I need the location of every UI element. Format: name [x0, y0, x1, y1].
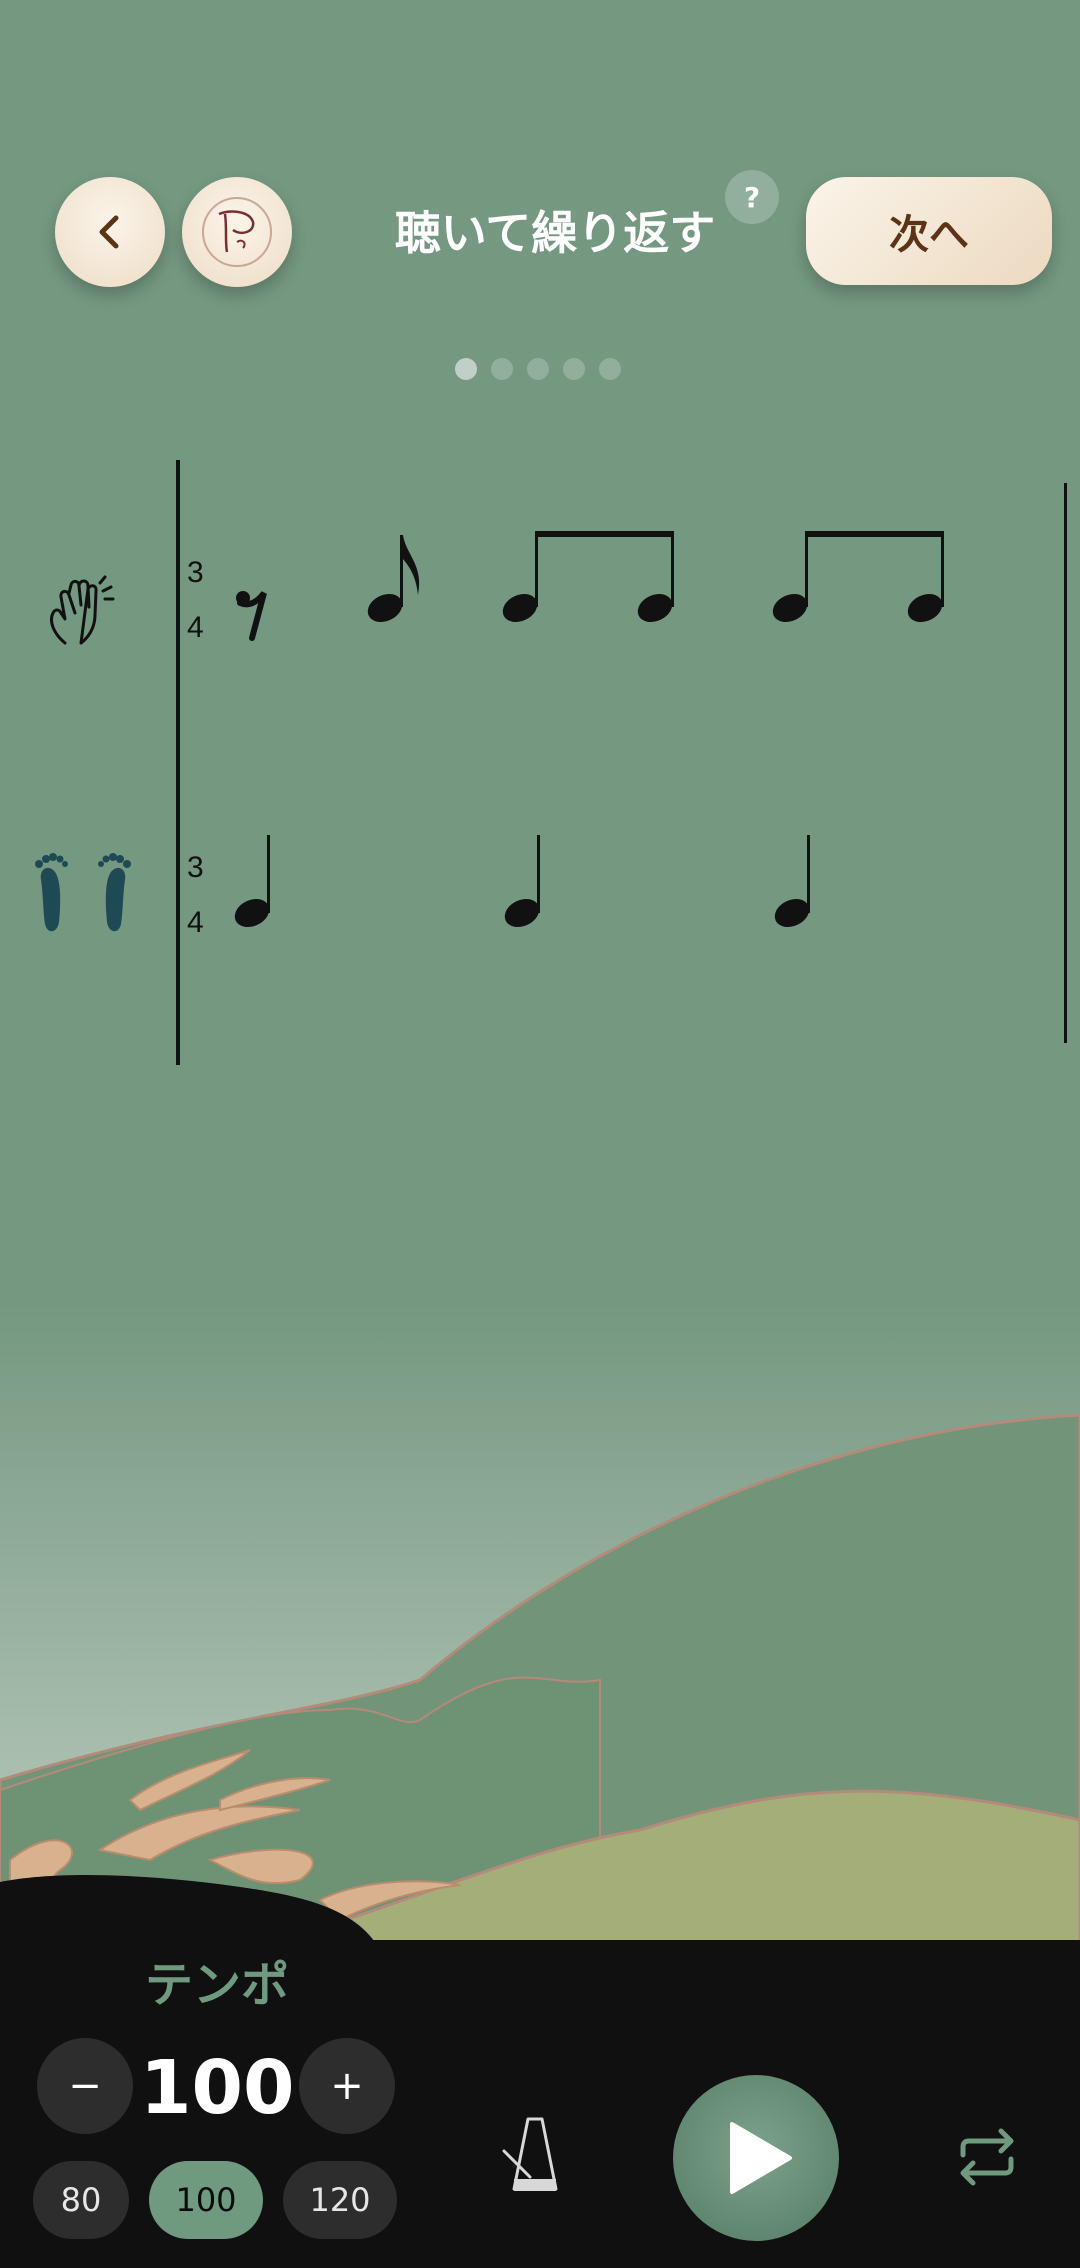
end-barline: [1064, 483, 1067, 1043]
page-dot: [599, 358, 621, 380]
panel-top-curve: [0, 1875, 380, 1950]
tempo-label: テンポ: [145, 1957, 290, 2013]
start-barline: [176, 460, 180, 1065]
repeat-button[interactable]: [955, 2125, 1019, 2189]
rhythm-score: 3 4 3 4: [35, 460, 1067, 1065]
profile-button[interactable]: [182, 177, 292, 287]
note-p-icon: [202, 197, 272, 267]
clapping-hands-icon: [50, 575, 115, 645]
beamed-eighth-notes: [502, 531, 674, 623]
repeat-icon: [960, 2128, 1014, 2186]
time-signature-bottom: 4: [187, 906, 204, 939]
quarter-note: [234, 835, 270, 928]
tempo-decrease-button[interactable]: −: [37, 2038, 133, 2134]
beamed-eighth-notes: [772, 531, 944, 623]
quarter-note: [774, 835, 810, 928]
time-signature-top: 3: [187, 556, 204, 589]
page-dot: [563, 358, 585, 380]
tempo-value: 100: [140, 2045, 295, 2131]
next-button[interactable]: 次へ: [806, 177, 1052, 285]
play-icon: [730, 2122, 792, 2194]
time-signature-bottom: 4: [187, 611, 204, 644]
tempo-increase-button[interactable]: +: [299, 2038, 395, 2134]
landscape-illustration: [0, 1413, 1080, 1950]
metronome-button[interactable]: [500, 2115, 570, 2195]
quarter-note: [504, 835, 540, 928]
page-title: 聴いて繰り返す: [394, 206, 716, 260]
eighth-note: [367, 535, 420, 623]
chevron-left-icon: [99, 215, 119, 249]
page-dot: [455, 358, 477, 380]
page-indicator: [455, 358, 621, 380]
play-button[interactable]: [673, 2075, 839, 2241]
help-button[interactable]: ?: [725, 170, 779, 224]
eighth-rest: [236, 591, 267, 641]
tempo-preset-100[interactable]: 100: [149, 2161, 263, 2239]
tempo-preset-80[interactable]: 80: [33, 2161, 129, 2239]
metronome-icon: [502, 2117, 558, 2191]
tempo-preset-120[interactable]: 120: [283, 2161, 397, 2239]
back-button[interactable]: [55, 177, 165, 287]
page-dot: [527, 358, 549, 380]
feet-icon: [35, 853, 131, 932]
page-dot: [491, 358, 513, 380]
time-signature-top: 3: [187, 851, 204, 884]
